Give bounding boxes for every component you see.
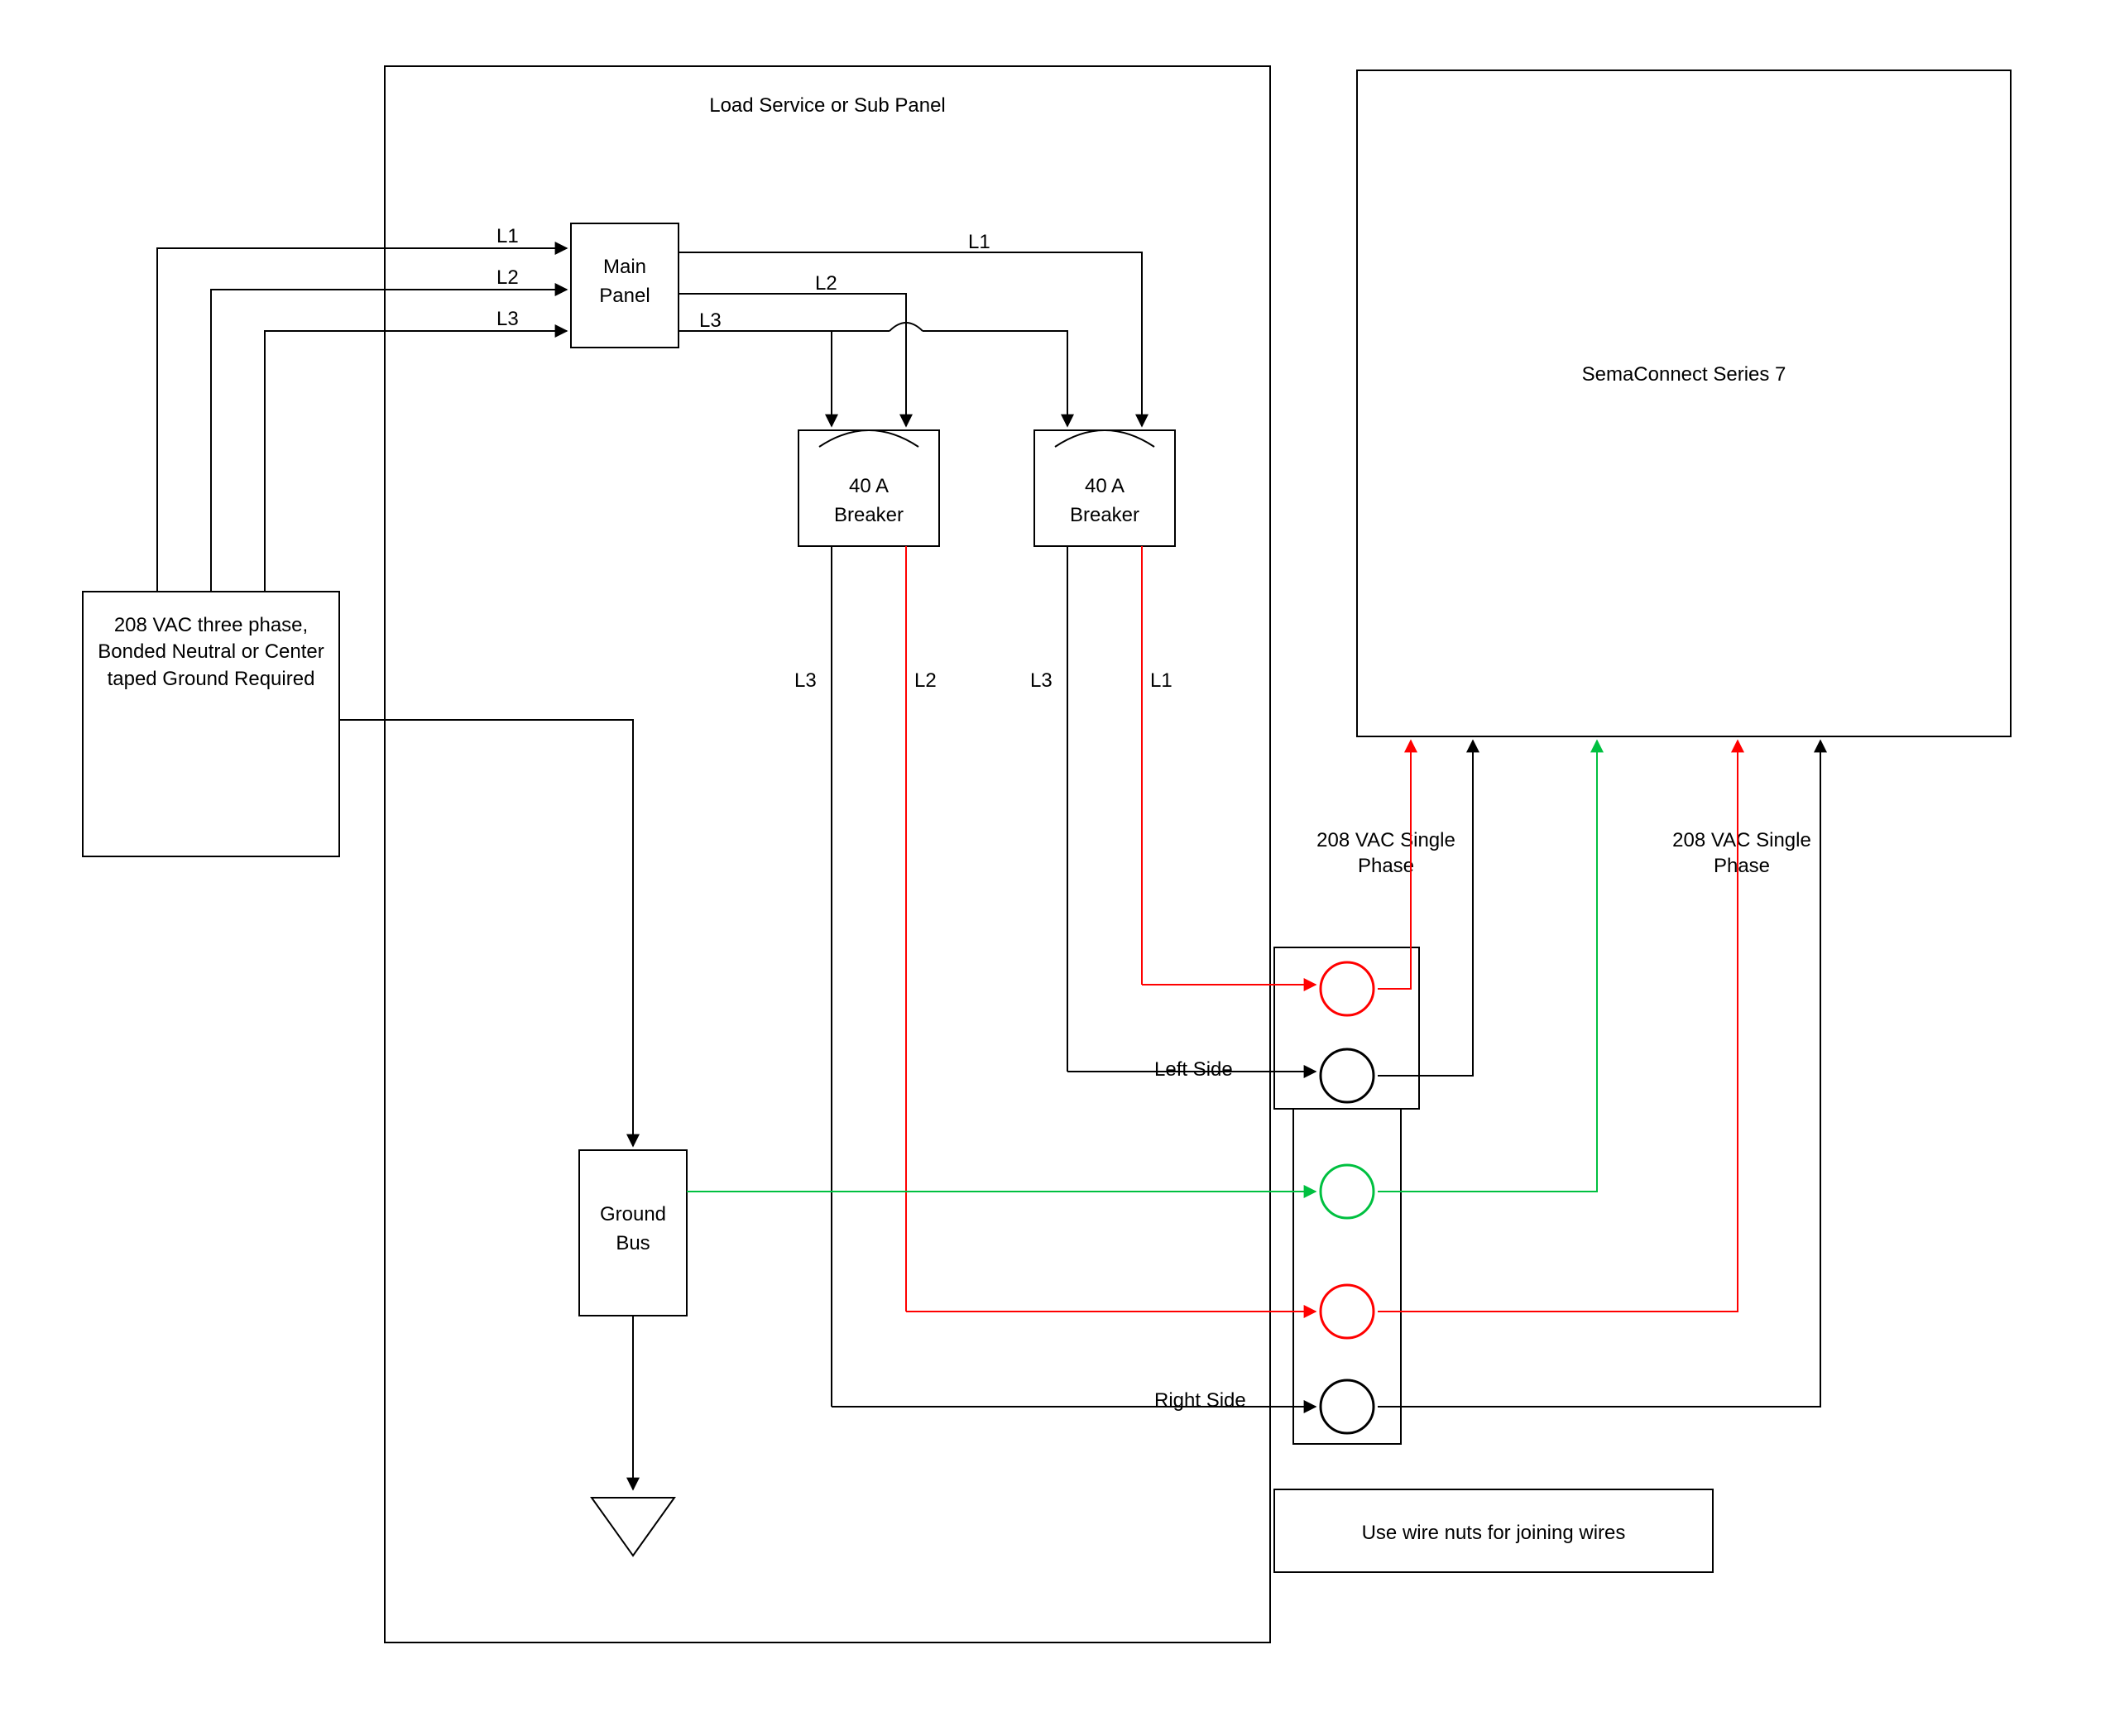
wire-nut-note: Use wire nuts for joining wires: [1362, 1522, 1626, 1544]
label-b1-L3: L3: [794, 669, 817, 692]
label-b2-L3: L3: [1030, 669, 1053, 692]
wire-nut4-to-sc: [1378, 741, 1738, 1312]
label-b2-L1: L1: [1150, 669, 1172, 692]
label-mp-b2-L1: L1: [968, 231, 990, 253]
panel-title: Load Service or Sub Panel: [709, 94, 946, 117]
ground-bus-label-2: Bus: [616, 1232, 650, 1254]
label-mp-b1-L3: L3: [699, 309, 722, 332]
semaconnect-label: SemaConnect Series 7: [1582, 363, 1786, 386]
breaker-1-label-1: 40 A: [849, 475, 889, 497]
breaker-2-label-1: 40 A: [1085, 475, 1125, 497]
left-side-label: Left Side: [1154, 1058, 1233, 1081]
phase-label-left: 208 VAC Single Phase: [1299, 827, 1473, 879]
wiring-diagram: Load Service or Sub Panel 208 VAC three …: [0, 0, 2110, 1736]
phase-label-right: 208 VAC Single Phase: [1655, 827, 1829, 879]
left-side-frame: [1274, 947, 1419, 1109]
right-side-label: Right Side: [1154, 1389, 1246, 1412]
label-src-L3: L3: [496, 308, 519, 330]
breaker-1-label-2: Breaker: [834, 504, 904, 526]
main-panel-label-2: Panel: [599, 285, 650, 307]
main-panel-label-1: Main: [603, 256, 646, 278]
ground-bus-label-1: Ground: [600, 1203, 666, 1225]
breaker-2-label-2: Breaker: [1070, 504, 1139, 526]
label-mp-b1-L2: L2: [815, 272, 837, 295]
label-b1-L2: L2: [914, 669, 937, 692]
label-src-L2: L2: [496, 266, 519, 289]
source-box-label: 208 VAC three phase, Bonded Neutral or C…: [91, 612, 331, 693]
semaconnect-box: [1357, 70, 2011, 736]
label-src-L1: L1: [496, 225, 519, 247]
